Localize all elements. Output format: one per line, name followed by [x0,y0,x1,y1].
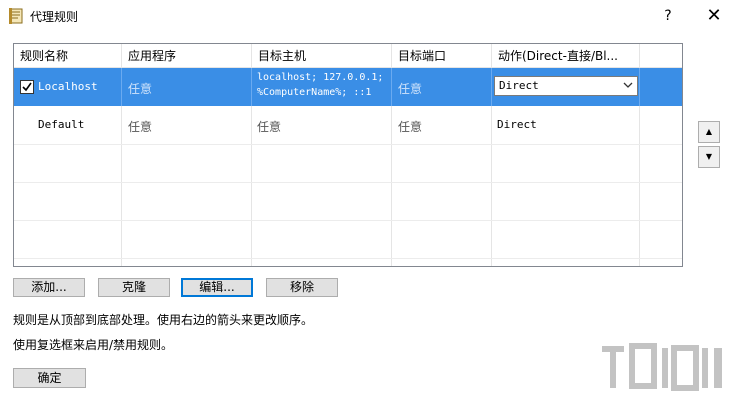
close-button[interactable]: ✕ [694,0,734,32]
application-value: 任意 [128,120,153,134]
target-port-value: 任意 [398,120,423,134]
action-value: Direct [497,118,537,131]
action-dropdown[interactable]: Direct [494,76,638,96]
help-button[interactable]: ? [650,0,686,32]
info-text-order: 规则是从顶部到底部处理。使用右边的箭头来更改顺序。 [13,313,314,327]
empty-column [252,144,392,266]
move-down-button[interactable]: ▼ [698,146,720,168]
rules-list[interactable]: 规则名称 应用程序 目标主机 目标端口 动作(Direct-直接/Bl... L… [13,43,683,267]
triangle-down-icon: ▼ [705,152,713,161]
action-cell: Direct [492,106,640,144]
column-header-spacer [640,44,682,68]
empty-rows [14,144,682,266]
row-divider [14,220,682,221]
application-value: 任意 [128,82,153,96]
target-host-cell: localhost; 127.0.0.1; %ComputerName%; ::… [252,68,392,106]
target-port-cell: 任意 [392,68,492,106]
app-icon [8,8,24,24]
application-cell: 任意 [122,106,252,144]
remove-button[interactable]: 移除 [266,278,338,297]
action-cell: Direct [492,68,640,106]
target-port-value: 任意 [398,82,423,96]
chevron-down-icon [622,79,634,94]
empty-column [392,144,492,266]
target-host-line2: %ComputerName%; ::1 [257,87,372,98]
title-bar: 代理规则 ? ✕ [0,0,737,32]
column-header-action[interactable]: 动作(Direct-直接/Bl... [492,44,640,68]
empty-column [14,144,122,266]
watermark-logo [598,338,728,396]
rule-name-cell: Default [14,106,122,144]
column-header-target-host[interactable]: 目标主机 [252,44,392,68]
rule-name: Default [38,118,85,131]
edit-button[interactable]: 编辑... [181,278,253,297]
triangle-up-icon: ▲ [705,127,713,136]
clone-button[interactable]: 克隆 [98,278,170,297]
row-divider [14,182,682,183]
action-dropdown-value: Direct [499,79,539,92]
row-divider [14,144,682,145]
empty-column [122,144,252,266]
application-cell: 任意 [122,68,252,106]
column-header-target-port[interactable]: 目标端口 [392,44,492,68]
spacer-cell [640,106,682,144]
spacer-cell [640,68,682,106]
row-divider [14,258,682,259]
table-row[interactable]: Default 任意 任意 任意 Direct [14,106,682,144]
column-header-application[interactable]: 应用程序 [122,44,252,68]
window-title: 代理规则 [30,10,79,24]
rule-name: Localhost [38,80,98,93]
table-row[interactable]: Localhost 任意 localhost; 127.0.0.1; %Comp… [14,68,682,106]
target-port-cell: 任意 [392,106,492,144]
add-button[interactable]: 添加... [13,278,85,297]
empty-column [492,144,640,266]
ok-button[interactable]: 确定 [13,368,86,388]
target-host-value: 任意 [257,120,282,134]
enable-checkbox[interactable] [20,80,34,94]
target-host-cell: 任意 [252,106,392,144]
rule-name-cell: Localhost [14,68,122,106]
info-text-checkbox: 使用复选框来启用/禁用规则。 [13,338,174,352]
move-up-button[interactable]: ▲ [698,121,720,143]
column-header-rule-name[interactable]: 规则名称 [14,44,122,68]
target-host-line1: localhost; 127.0.0.1; [257,72,384,83]
